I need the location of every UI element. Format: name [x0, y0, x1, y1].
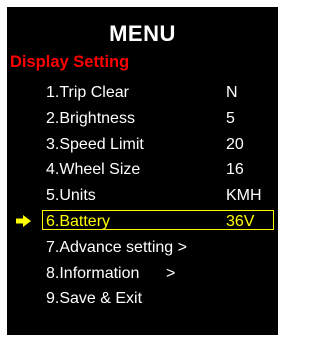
menu-item-speed-limit[interactable]: 3.Speed Limit 20	[7, 132, 278, 158]
menu-item-label: 8.Information >	[46, 264, 176, 282]
display-screen: MENU Display Setting 1.Trip Clear N 2.Br…	[7, 7, 278, 335]
menu-item-trip-clear[interactable]: 1.Trip Clear N	[7, 80, 278, 106]
menu-item-label: 9.Save & Exit	[46, 290, 143, 308]
section-heading-display-setting: Display Setting	[10, 53, 130, 71]
menu-item-label: 3.Speed Limit	[46, 135, 144, 153]
menu-item-label: 7.Advance setting >	[46, 238, 187, 256]
menu-item-label: 1.Trip Clear	[46, 84, 129, 101]
menu-item-value: 5	[226, 109, 235, 127]
menu-item-label: 6.Battery	[46, 212, 111, 230]
menu-item-value: 20	[226, 135, 244, 153]
menu-item-value: 16	[226, 161, 244, 179]
menu-item-label: 4.Wheel Size	[46, 161, 141, 179]
menu-item-value: 36V	[226, 212, 255, 230]
menu-item-value: N	[226, 84, 238, 101]
menu-item-label: 5.Units	[46, 187, 96, 205]
menu-item-save-exit[interactable]: 9.Save & Exit	[7, 286, 278, 312]
menu-item-brightness[interactable]: 2.Brightness 5	[7, 106, 278, 132]
menu-item-value: KMH	[226, 187, 262, 205]
menu-item-advance-setting[interactable]: 7.Advance setting >	[7, 235, 278, 261]
menu-item-units[interactable]: 5.Units KMH	[7, 183, 278, 209]
menu-item-battery-selected[interactable]: 6.Battery 36V	[7, 209, 278, 235]
menu-title: MENU	[109, 21, 176, 46]
menu-item-wheel-size[interactable]: 4.Wheel Size 16	[7, 157, 278, 183]
right-arrow-icon	[16, 214, 31, 227]
menu-item-information[interactable]: 8.Information >	[7, 261, 278, 287]
menu-list: 1.Trip Clear N 2.Brightness 5 3.Speed Li…	[7, 80, 278, 312]
menu-item-label: 2.Brightness	[46, 109, 135, 127]
